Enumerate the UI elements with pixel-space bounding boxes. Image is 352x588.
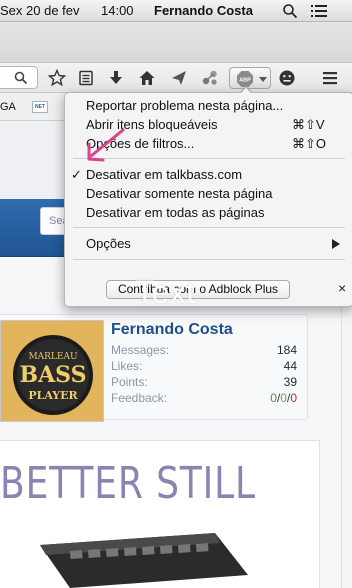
stat-value: 184 [276,343,297,357]
menu-item-options[interactable]: Opções [86,236,131,251]
avatar[interactable]: MARLEAU BASS PLAYER [0,320,104,422]
menu-item-report-problem[interactable]: Reportar problema nesta página... [86,98,283,113]
browser-toolbar: ABP [0,63,352,93]
menu-separator [73,259,345,260]
home-icon[interactable] [138,69,156,87]
send-tab-icon[interactable] [170,69,188,87]
menu-pointer-fill [240,88,252,94]
hamburger-menu-icon[interactable] [321,69,339,87]
stat-value: 44 [283,359,297,373]
mac-menu-bar: Sex 20 de fev 14:00 Fernando Costa [0,0,352,22]
close-icon[interactable]: × [338,280,346,296]
menu-item-disable-on-page[interactable]: Desativar somente nesta página [86,186,272,201]
menu-item-disable-everywhere[interactable]: Desativar em todas as páginas [86,205,264,220]
reading-list-icon[interactable] [77,69,95,87]
spotlight-search-icon[interactable] [282,3,298,19]
stat-label: Points: [111,375,148,389]
adblock-plus-menu: Reportar problema nesta página... Abrir … [64,92,352,307]
bookmark-item[interactable]: GA [0,101,16,113]
feedback-negative: 0 [290,391,297,405]
search-icon [14,71,28,85]
emoji-face-icon[interactable] [278,69,296,87]
menubar-date[interactable]: Sex 20 de fev [0,3,80,18]
stat-label: Likes: [111,359,143,373]
stat-value: 39 [283,375,297,389]
feedback-label: Feedback: [111,391,168,405]
menubar-user[interactable]: Fernando Costa [154,3,253,18]
svg-text:BASS: BASS [20,362,87,388]
svg-text:PLAYER: PLAYER [28,389,78,402]
bass-player-logo: MARLEAU BASS PLAYER [1,321,103,421]
dj-controller-image [40,533,248,588]
chevron-down-icon [259,77,267,82]
feedback-positive: 0 [270,391,277,405]
notification-center-icon[interactable] [311,5,327,17]
annotation-arrow-icon [87,128,125,162]
tab-strip [0,22,352,63]
check-icon: ✓ [71,167,82,182]
stat-label: Messages: [111,343,170,357]
svg-text:ABP: ABP [239,78,251,84]
extension-molecule-icon[interactable] [201,69,219,87]
menubar-time[interactable]: 14:00 [101,3,134,18]
download-icon[interactable] [107,69,125,87]
submenu-arrow-icon [332,239,340,249]
menu-shortcut: ⌘⇧O [292,136,327,151]
bookmark-favicon[interactable]: NET [32,101,48,113]
feedback-value: 0/0/0 [270,391,297,405]
profile-name[interactable]: Fernando Costa [111,321,233,339]
overlay-text: Text [135,274,196,310]
feedback-neutral: 0 [280,391,287,405]
bookmark-star-icon[interactable] [48,69,66,87]
menu-shortcut: ⌘⇧V [292,117,325,132]
ad-headline: BETTER STILL [0,458,256,509]
svg-text:MARLEAU: MARLEAU [28,352,78,362]
contribute-button[interactable]: Contribua com o Adblock Plus [106,280,290,299]
url-search-field[interactable] [0,66,38,89]
menu-separator [73,227,345,228]
